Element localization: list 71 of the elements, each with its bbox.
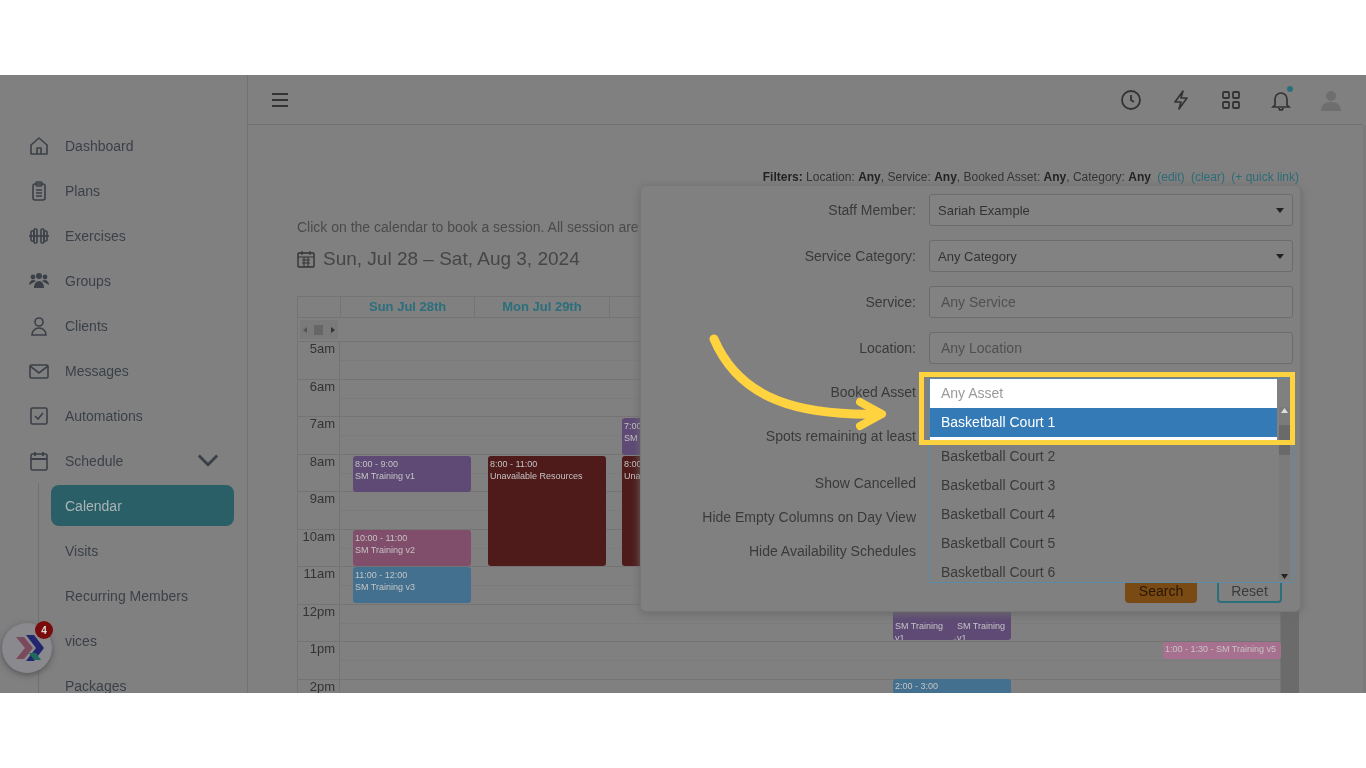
sidebar-item[interactable]: Schedule [0, 438, 247, 483]
sidebar-subitem[interactable]: vices [51, 620, 234, 661]
calendar-event[interactable]: 11:00 - 12:00 SM Training v3 [353, 567, 471, 603]
field-label: Booked Asset [829, 384, 916, 400]
sidebar-item[interactable]: Plans [0, 168, 247, 213]
field-label: Hide Empty Columns on Day View [701, 509, 916, 525]
sidebar-item[interactable]: Messages [0, 348, 247, 393]
asset-listbox[interactable]: Any Asset Basketball Court 1 Basketball Court 2 Basketball Court 3 Basketball Court 4 Basketball Court 5 Basketball Court 6 [929, 378, 1293, 583]
caret-icon [1276, 207, 1284, 213]
hour-label: 11am [303, 566, 335, 581]
hour-label: 12pm [302, 603, 335, 619]
notification-badge: 4 [35, 621, 53, 639]
sidebar-subitem[interactable]: Calendar [51, 485, 234, 526]
hour-label: 1pm [309, 641, 335, 656]
field-label: Location: [858, 340, 916, 356]
sidebar-subitem[interactable]: Recurring Members [51, 575, 234, 616]
person-icon [28, 314, 50, 337]
dropdown-option[interactable]: Basketball Court 5 [930, 529, 1277, 558]
field-label: Staff Member: [827, 202, 916, 218]
hour-label: 10am [302, 528, 335, 544]
day-header: Mon Jul 29th [474, 297, 609, 317]
filter-link[interactable]: (edit) [1157, 170, 1185, 184]
date-range-title: Sun, Jul 28 – Sat, Aug 3, 2024 [323, 248, 580, 270]
calendar-event[interactable]: 2:00 - 3:00 [893, 679, 1011, 693]
select-field[interactable]: Sariah Example [929, 194, 1293, 226]
bell-icon[interactable] [1269, 87, 1293, 112]
menu-icon[interactable] [271, 91, 289, 108]
sidebar-item[interactable]: Groups [0, 258, 247, 303]
hour-label: 9am [309, 491, 335, 506]
dropdown-option[interactable]: Any Asset [930, 379, 1277, 408]
dropdown-option[interactable]: Basketball Court 3 [930, 471, 1277, 500]
hour-label: 6am [309, 378, 335, 394]
checkbox-icon [28, 404, 50, 427]
sidebar-subitem[interactable]: Visits [51, 530, 234, 571]
scrollbar-thumb[interactable] [1279, 425, 1290, 455]
dropdown-option[interactable]: Basketball Court 4 [930, 500, 1277, 529]
hour-label: 2pm [309, 678, 335, 693]
filter-link[interactable]: (clear) [1190, 170, 1225, 184]
calendar-event[interactable]: 10:00 - 11:00 SM Training v2 [353, 530, 471, 566]
field-label: Hide Availability Schedules [747, 543, 916, 559]
dropdown-option[interactable]: Basketball Court 1 [930, 408, 1277, 437]
sidebar-item[interactable]: Dashboard [0, 123, 247, 168]
sidebar-item[interactable]: Clients [0, 303, 247, 348]
sidebar-item[interactable]: Automations [0, 393, 247, 438]
calendar-icon [297, 250, 315, 268]
filter-link[interactable]: (+ quick link) [1231, 170, 1299, 184]
day-header: Sun Jul 28th [340, 297, 475, 317]
calendar-event[interactable]: 8:00 - 9:00 SM Training v1 [353, 456, 471, 492]
field-label: Service: [864, 294, 916, 310]
calendar-event[interactable]: 8:00 - 11:00 Unavailable Resources [488, 456, 606, 566]
select-field[interactable]: Any Category [929, 240, 1293, 272]
dropdown-option[interactable]: Basketball Court 2 [930, 442, 1277, 471]
filter-summary: Filters: Location: Any, Service: Any, Booked Asset: Any, Category: Any (edit) (clear) (+ quick link) [761, 169, 1299, 185]
sidebar-item[interactable]: Exercises [0, 213, 247, 258]
list-scrollbar[interactable] [1279, 407, 1290, 580]
column-scroll-control[interactable] [300, 320, 338, 339]
hour-label: 5am [309, 341, 335, 356]
home-icon [28, 134, 50, 157]
field-label: Show Cancelled [813, 475, 916, 491]
caret-icon [1276, 253, 1284, 259]
sidebar-subitem[interactable]: Packages [51, 665, 234, 693]
field-label: Service Category: [803, 248, 916, 264]
hour-label: 8am [309, 453, 335, 469]
calendar-icon [28, 449, 50, 472]
scroll-up-icon[interactable] [1281, 408, 1288, 413]
hour-label: 7am [309, 416, 335, 431]
launcher-button[interactable] [2, 623, 52, 673]
calendar-event[interactable]: 1:00 - 1:30 - SM Training v5 [1163, 642, 1281, 659]
field-label: Spots remaining at least [764, 428, 916, 444]
clock-icon[interactable] [1119, 87, 1143, 112]
scroll-down-icon[interactable] [1281, 574, 1288, 579]
